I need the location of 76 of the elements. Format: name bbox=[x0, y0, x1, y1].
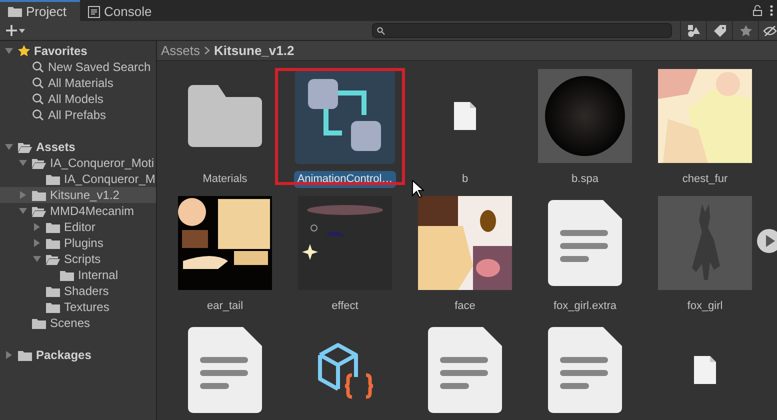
search-icon bbox=[32, 77, 44, 89]
document-icon bbox=[188, 327, 262, 413]
folder-icon bbox=[32, 206, 46, 216]
asset-label[interactable]: chest_fur bbox=[679, 171, 731, 188]
lock-icon[interactable] bbox=[753, 5, 762, 16]
search-icon bbox=[32, 109, 44, 121]
breadcrumb-item[interactable]: Kitsune_v1.2 bbox=[214, 40, 294, 60]
breadcrumb-item[interactable]: Assets bbox=[161, 40, 200, 60]
script-icon bbox=[316, 341, 374, 399]
folder-icon bbox=[32, 158, 46, 168]
console-icon bbox=[88, 6, 100, 18]
tree-item[interactable]: Plugins bbox=[64, 234, 104, 252]
caret-icon bbox=[19, 28, 25, 32]
tree-item[interactable]: Packages bbox=[36, 346, 92, 364]
asset-label[interactable]: b.spa bbox=[568, 171, 602, 188]
asset-label[interactable]: b bbox=[458, 171, 472, 188]
tree-item[interactable]: IA_Conqueror_M bbox=[64, 170, 156, 188]
tree-item[interactable]: New Saved Search bbox=[48, 58, 151, 76]
mouse-cursor-icon bbox=[412, 180, 424, 198]
more-menu-icon[interactable] bbox=[770, 5, 773, 16]
expanded-arrow-icon[interactable] bbox=[33, 255, 41, 263]
document-icon bbox=[548, 327, 622, 413]
tab[interactable]: Project bbox=[0, 0, 80, 21]
folder-icon bbox=[188, 85, 262, 147]
folder-icon bbox=[46, 302, 60, 312]
folder-icon bbox=[46, 222, 60, 232]
asset-label[interactable]: fox_girl.extra bbox=[550, 298, 620, 314]
tree-item[interactable]: MMD4Mecanim bbox=[50, 202, 134, 220]
tree-item[interactable]: Favorites bbox=[34, 42, 88, 60]
tree-item[interactable]: All Models bbox=[48, 90, 104, 108]
tree-item[interactable]: All Materials bbox=[48, 74, 114, 92]
eye-off-icon bbox=[763, 26, 777, 36]
star-icon bbox=[18, 45, 30, 57]
file-icon bbox=[454, 102, 476, 130]
tree-item[interactable]: Assets bbox=[36, 138, 76, 156]
tree-item[interactable]: Internal bbox=[78, 266, 118, 284]
folder-icon bbox=[46, 174, 60, 184]
tree-item[interactable]: Editor bbox=[64, 218, 96, 236]
asset-label[interactable]: effect bbox=[328, 298, 362, 314]
tree-item[interactable]: Shaders bbox=[64, 282, 109, 300]
expanded-arrow-icon[interactable] bbox=[5, 47, 13, 55]
animator-controller-icon bbox=[308, 79, 382, 153]
search-icon bbox=[377, 26, 385, 34]
folder-icon bbox=[46, 254, 60, 264]
search-icon bbox=[32, 93, 44, 105]
asset-label[interactable]: fox_girl bbox=[684, 298, 726, 314]
folder-icon bbox=[32, 190, 46, 200]
play-button-icon[interactable] bbox=[757, 229, 777, 253]
plus-icon bbox=[6, 25, 17, 36]
star-icon bbox=[740, 24, 752, 36]
collapsed-arrow-icon[interactable] bbox=[19, 191, 27, 199]
asset-label[interactable]: face bbox=[452, 298, 478, 314]
tree-item[interactable]: Scenes bbox=[50, 314, 90, 332]
asset-label[interactable]: Materials bbox=[200, 171, 250, 188]
folder-icon bbox=[8, 6, 22, 17]
collapsed-arrow-icon[interactable] bbox=[5, 351, 13, 359]
search-field[interactable] bbox=[372, 23, 672, 38]
tree-item[interactable]: Textures bbox=[64, 298, 110, 316]
folder-icon bbox=[18, 142, 32, 152]
document-icon bbox=[548, 200, 622, 286]
folder-icon bbox=[18, 350, 32, 360]
tag-icon bbox=[714, 24, 726, 36]
folder-icon bbox=[46, 286, 60, 296]
folder-icon bbox=[60, 270, 74, 280]
chevron-right-icon bbox=[204, 46, 210, 55]
shapes-icon bbox=[688, 24, 700, 36]
asset-label[interactable]: ear_tail bbox=[204, 298, 246, 314]
folder-icon bbox=[32, 318, 46, 328]
tree-item[interactable]: Scripts bbox=[64, 250, 101, 268]
tree-item[interactable]: IA_Conqueror_Moti bbox=[50, 154, 154, 172]
expanded-arrow-icon[interactable] bbox=[19, 207, 27, 215]
document-icon bbox=[428, 327, 502, 413]
search-icon bbox=[32, 61, 44, 73]
tree-item[interactable]: All Prefabs bbox=[48, 106, 106, 124]
folder-icon bbox=[46, 238, 60, 248]
file-icon bbox=[694, 356, 716, 384]
